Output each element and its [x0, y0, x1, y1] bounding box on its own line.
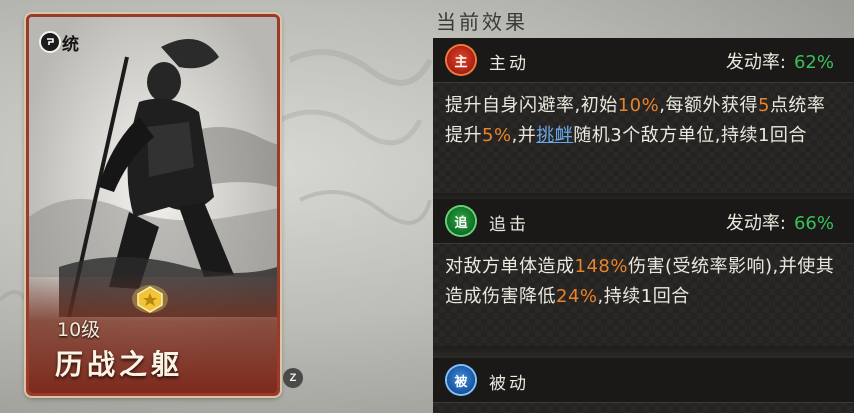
effect-panel-passive: 被 被动	[433, 358, 854, 413]
desc-text: ,每额外获得	[659, 95, 758, 116]
card-type-label: 统	[62, 34, 79, 55]
desc-highlight: 148%	[574, 256, 628, 277]
card-name: 历战之躯	[55, 348, 184, 381]
shortcut-key-badge[interactable]: Z	[283, 368, 303, 388]
desc-highlight: 10%	[617, 95, 660, 116]
active-tag-icon: 主	[447, 46, 475, 74]
pursuit-tag-icon: 追	[447, 207, 475, 235]
effect-type-label: 主动	[489, 54, 529, 74]
effect-type-label: 追击	[489, 215, 529, 235]
trigger-rate: 发动率: 62%	[726, 48, 834, 74]
desc-text: 随机3个敌方单位,持续1回合	[573, 125, 807, 146]
trigger-rate-value: 62%	[793, 52, 834, 73]
trigger-rate-value: 66%	[793, 213, 834, 234]
effect-header: 被 被动	[433, 358, 854, 403]
effect-type-label: 被动	[489, 374, 529, 394]
section-title: 当前效果	[436, 10, 528, 34]
desc-text: ,持续1回合	[597, 286, 690, 307]
desc-highlight: 24%	[556, 286, 598, 307]
trigger-rate-label: 发动率:	[725, 52, 786, 73]
star-gem-icon	[132, 285, 168, 313]
effect-panel-pursuit: 追 追击 发动率: 66% 对敌方单体造成148%伤害(受统率影响),并使其造成伤…	[433, 199, 854, 346]
effect-description: 提升自身闪避率,初始10%,每额外获得5点统率提升5%,并挑衅随机3个敌方单位,…	[433, 83, 854, 161]
effect-header: 追 追击 发动率: 66%	[433, 199, 854, 244]
effect-header: 主 主动 发动率: 62%	[433, 38, 854, 83]
desc-text: 提升自身闪避率,初始	[445, 95, 618, 116]
desc-highlight: 5	[757, 95, 770, 116]
panel-divider	[433, 346, 854, 358]
passive-tag-icon: 被	[447, 366, 475, 394]
skill-card[interactable]: 统 10级 历战之躯	[26, 14, 280, 396]
desc-text: ,并	[511, 125, 537, 146]
taunt-keyword-link[interactable]: 挑衅	[536, 125, 573, 146]
desc-highlight: 5%	[482, 125, 512, 146]
trigger-rate-label: 发动率:	[725, 213, 786, 234]
card-type-badge: 统	[39, 25, 79, 59]
trigger-rate: 发动率: 66%	[726, 209, 834, 235]
card-level: 10级	[57, 319, 101, 341]
command-icon	[39, 31, 61, 53]
effect-panel-active: 主 主动 发动率: 62% 提升自身闪避率,初始10%,每额外获得5点统率提升5%…	[433, 38, 854, 193]
desc-text: 对敌方单体造成	[445, 256, 575, 277]
effect-description: 对敌方单体造成148%伤害(受统率影响),并使其造成伤害降低24%,持续1回合	[433, 244, 854, 322]
